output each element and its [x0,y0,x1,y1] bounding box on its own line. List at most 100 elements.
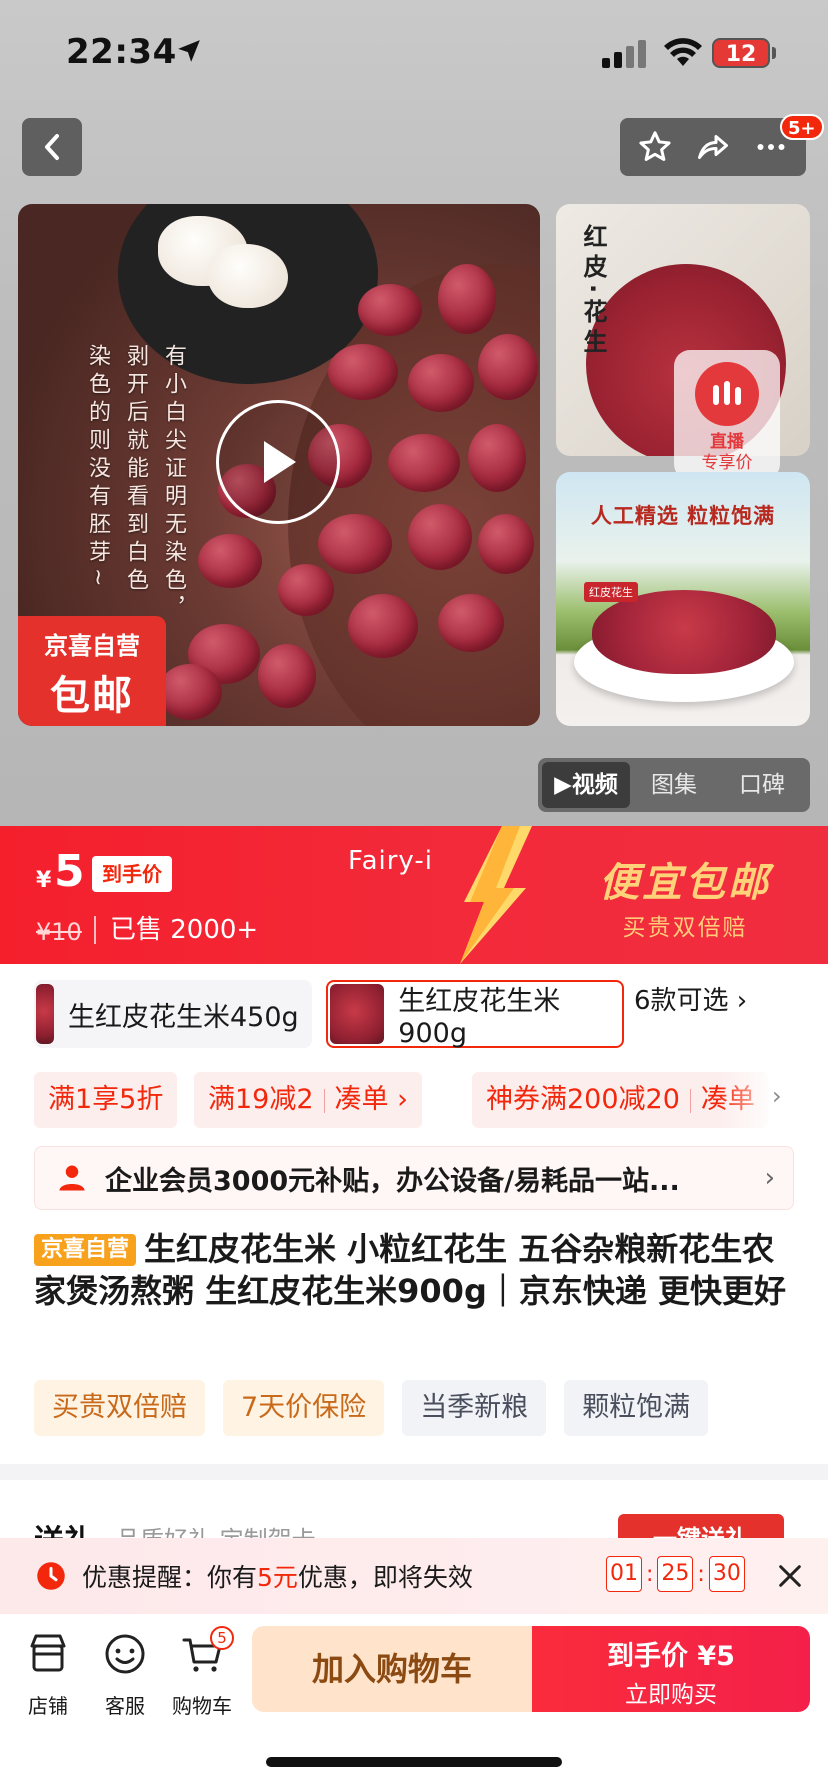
signal-icon [602,40,646,68]
tab-gallery[interactable]: 图集 [630,762,718,808]
clock-icon [37,1562,65,1590]
chevron-left-icon [45,134,59,160]
add-to-cart-button[interactable]: 加入购物车 [252,1626,532,1712]
sold-count: 已售 2000+ [94,916,258,944]
product-title: 京喜自营 生红皮花生米 小粒红花生 五谷杂粮新花生农家煲汤熬粥 生红皮花生米900… [34,1228,794,1312]
nav-store[interactable]: 店铺 [12,1632,84,1719]
play-button[interactable] [216,400,340,524]
more-variants-link[interactable]: 6款可选 › [634,980,747,1017]
customer-service-icon [105,1634,145,1674]
peeled-peanut [208,244,288,308]
chevron-right-icon[interactable]: › [772,1082,782,1110]
nav-cart[interactable]: 5 购物车 [166,1626,238,1719]
more-badge: 5+ [780,114,824,140]
peanut [358,284,422,336]
chevron-right-icon: › [764,1163,775,1193]
status-bar: 22:34 12 [0,0,828,110]
reminder-amount: 5元 [257,1563,298,1592]
peanut [438,594,504,652]
battery-tip [772,47,776,59]
feature-tag[interactable]: 买贵双倍赔 [34,1380,205,1436]
variant-label: 生红皮花生米900g [398,986,561,1049]
promo-tag-line1: 京喜自营 [44,632,140,660]
reminder-suffix: 优惠，即将失效 [297,1563,473,1592]
banner-subline: 买贵双倍赔 [622,915,748,941]
send-gift-button[interactable]: 一键送礼 [618,1514,784,1540]
banner-headline: 便宜包邮 [599,860,771,906]
live-sublabel: 专享价 [701,453,753,473]
gift-title: 送礼 [34,1516,94,1540]
peanut [328,344,398,400]
feature-tags: 买贵双倍赔 7天价保险 当季新粮 颗粒饱满 [34,1380,709,1436]
product-title-text: 生红皮花生米 小粒红花生 五谷杂粮新花生农家煲汤熬粥 生红皮花生米900g｜京东… [34,1230,786,1310]
close-icon[interactable] [774,1560,806,1592]
coupon-divider [323,1088,325,1113]
peanut [478,334,538,400]
peanut-pile-image [592,590,776,674]
countdown-colon: : [697,1561,705,1587]
coupon-discount[interactable]: 满1享5折 [34,1072,178,1128]
header-action-group [620,118,806,176]
variant-option-450g[interactable]: 生红皮花生米450g [34,980,312,1048]
countdown-timer: 01 : 25 : 30 [606,1556,745,1592]
media-tabs: ▶视频 图集 口碑 [538,758,810,812]
live-label: 直播 [710,432,744,452]
variant-thumbnail [330,984,385,1044]
coupon-row: 满1享5折 满19减2凑单 › 神券满200减20凑单 [34,1072,794,1128]
coupon-fade [720,1064,780,1136]
feature-tag[interactable]: 当季新粮 [402,1380,547,1436]
free-shipping-tag: 京喜自营 包邮 [18,616,166,726]
main-product-video[interactable]: 有小白尖证明无染色， 剥开后就能看到白色 染色的则没有胚芽~ 京喜自营 包邮 [18,204,540,726]
nav-store-label: 店铺 [28,1694,68,1718]
thumbnail-mini-label: 红皮花生 [584,582,638,602]
coupon-label: 神券满200减20 [486,1084,680,1115]
coupon-divider [689,1088,691,1113]
status-time: 22:34 [66,32,177,72]
caption-line: 染色的则没有胚芽~ [85,344,110,593]
feature-tag[interactable]: 7天价保险 [223,1380,385,1436]
peanut [348,594,418,658]
live-price-badge[interactable]: 直播 专享价 [674,350,780,480]
star-icon [639,131,671,161]
buy-now-label: 立即购买 [625,1682,717,1708]
self-operated-tag: 京喜自营 [34,1234,137,1266]
countdown-colon: : [646,1561,654,1587]
variant-label: 生红皮花生米450g [68,1001,299,1033]
share-button[interactable] [687,121,739,173]
original-price: ¥10 [36,918,82,946]
lightning-icon [460,826,532,964]
feature-tag[interactable]: 颗粒饱满 [564,1380,709,1436]
countdown-hours: 01 [606,1556,642,1592]
tab-reviews[interactable]: 口碑 [718,762,806,808]
back-button[interactable] [22,118,82,176]
variant-option-900g[interactable]: 生红皮花生米900g [326,980,624,1049]
coupon-full-reduction[interactable]: 满19减2 凑单 › [194,1072,422,1128]
peanut [478,514,534,574]
peanut [198,534,262,588]
store-icon [30,1634,66,1672]
home-indicator[interactable] [266,1757,562,1767]
share-arrow-icon [698,135,728,159]
price-banner: ¥ 5 到手价 ¥10 已售 2000+ Fairy-i 便宜包邮 买贵双倍赔 [0,826,828,964]
watermark-text: Fairy-i [348,846,433,876]
thumbnail-title: 红皮·花生 [579,224,607,360]
nav-service[interactable]: 客服 [89,1632,161,1719]
enterprise-member-bar[interactable]: 企业会员3000元补贴，办公设备/易耗品一站... › [34,1146,794,1210]
peanut [408,354,474,412]
variant-thumbnail [36,984,54,1044]
thumbnail-image-2[interactable]: 人工精选 粒粒饱满 红皮花生 [556,472,810,726]
tab-video[interactable]: ▶视频 [542,762,630,808]
peanut [388,434,460,492]
price-currency: ¥ [36,868,52,893]
wifi-icon [664,38,702,66]
user-icon [59,1165,85,1191]
nav-cart-label: 购物车 [172,1694,232,1718]
buy-now-button[interactable]: 到手价 ¥5 立即购买 [532,1626,810,1712]
favorite-button[interactable] [629,121,681,173]
product-info-section: 生红皮花生米450g 生红皮花生米900g 6款可选 › 满1享5折 满19减2… [0,964,828,1464]
peanut [318,514,392,574]
peanut [258,644,316,708]
battery-indicator: 12 [712,38,770,68]
peanut [468,424,526,492]
reminder-text: 优惠提醒：你有5元优惠，即将失效 [82,1558,473,1594]
